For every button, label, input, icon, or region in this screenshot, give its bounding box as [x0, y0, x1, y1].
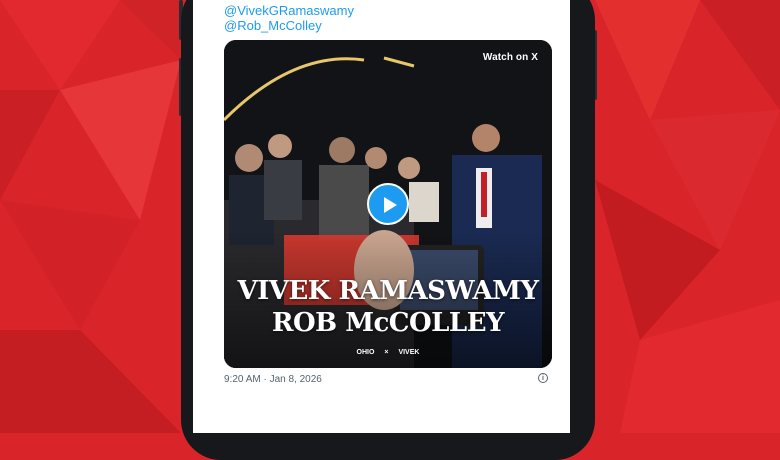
play-icon: [384, 197, 397, 213]
video-player[interactable]: Watch on X VIVEK RAMASWAMY ROB McCOLLEY …: [224, 40, 552, 368]
video-logos: OHIO × VIVEK: [224, 349, 552, 356]
mention-link[interactable]: @VivekGRamaswamy: [224, 3, 354, 19]
vivek-logo: VIVEK: [398, 349, 420, 356]
mention-link[interactable]: @Rob_McColley: [224, 18, 322, 34]
info-icon[interactable]: i: [538, 373, 548, 383]
video-headline: VIVEK RAMASWAMY: [237, 276, 539, 306]
play-button[interactable]: [367, 183, 409, 225]
tweet-timestamp[interactable]: 9:20 AM · Jan 8, 2026: [224, 374, 322, 385]
tweet-embed: @VivekGRamaswamy @Rob_McColley Watch on …: [193, 0, 570, 433]
video-headline: ROB McCOLLEY: [271, 308, 505, 338]
logo-separator: ×: [384, 349, 389, 356]
ohio-logo: OHIO: [356, 349, 375, 356]
watch-on-x-link[interactable]: Watch on X: [483, 52, 538, 63]
